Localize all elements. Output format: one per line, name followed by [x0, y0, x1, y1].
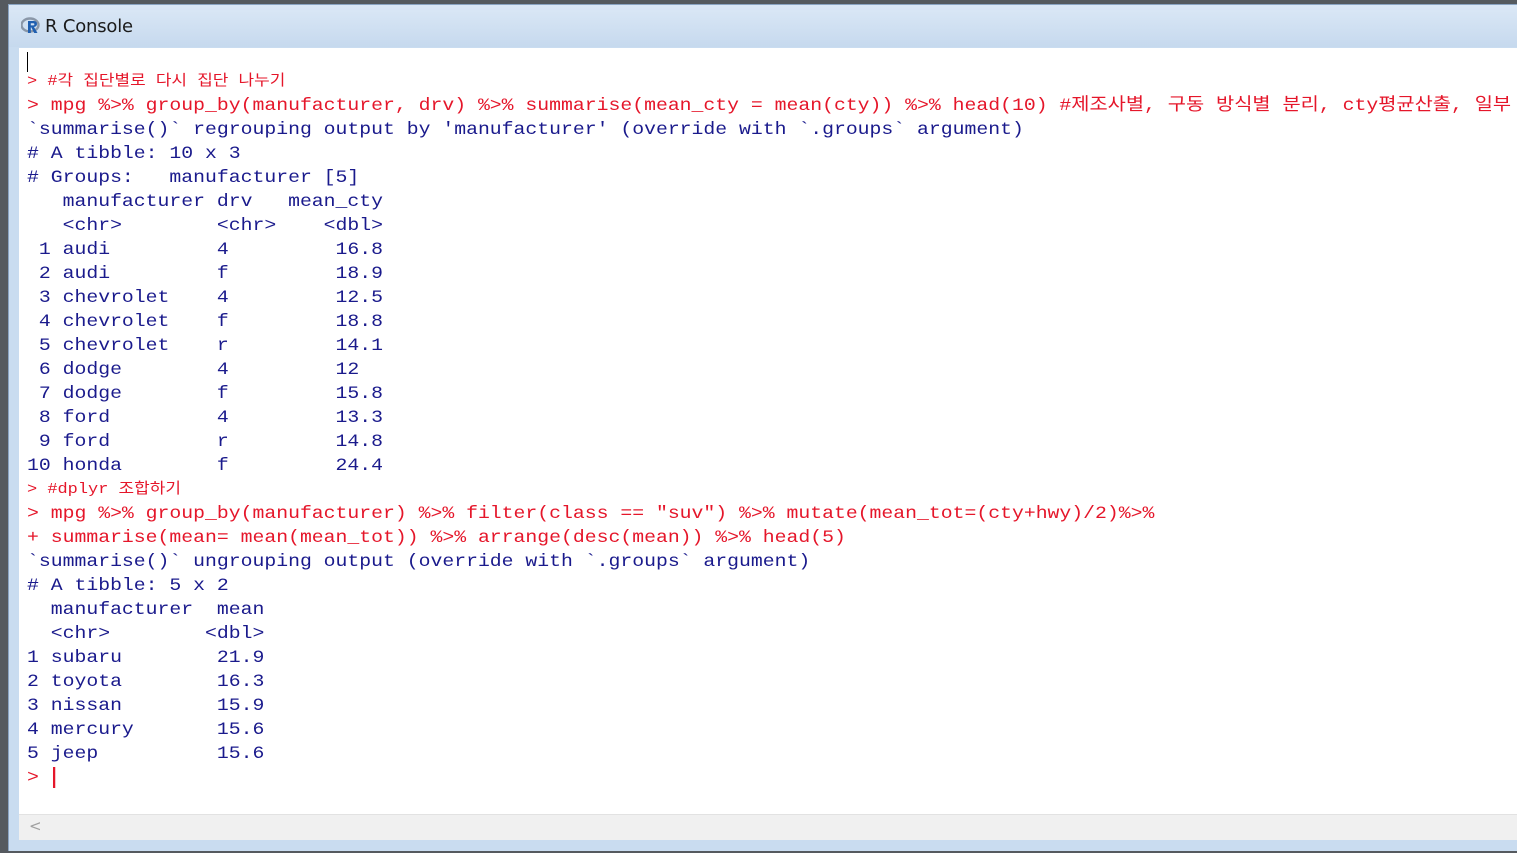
- horizontal-scrollbar[interactable]: <: [19, 814, 1517, 840]
- console-line-output: <chr> <chr> <dbl>: [27, 216, 384, 236]
- console-line-output: 8 ford 4 13.3: [27, 408, 384, 428]
- console-line-output: manufacturer drv mean_cty: [27, 192, 384, 212]
- console-output-area[interactable]: > #각 집단별로 다시 집단 나누기 > mpg %>% group_by(ma…: [19, 48, 1517, 814]
- console-line-output: # A tibble: 5 x 2: [27, 576, 229, 596]
- top-text-cursor: [27, 52, 28, 72]
- console-line-output: manufacturer mean: [27, 600, 265, 620]
- console-line-output: 3 chevrolet 4 12.5: [27, 288, 384, 308]
- input-caret: [53, 766, 56, 788]
- console-line-comment: > #각 집단별로 다시 집단 나누기: [27, 73, 286, 90]
- console-line-comment: > #dplyr 조합하기: [27, 481, 181, 498]
- console-line-output: <chr> <dbl>: [27, 624, 265, 644]
- console-prompt-line[interactable]: >: [27, 766, 1517, 790]
- console-prompt: >: [27, 768, 51, 788]
- console-line-output: # Groups: manufacturer [5]: [27, 168, 360, 188]
- console-line-output: 7 dodge f 15.8: [27, 384, 384, 404]
- console-line-output: 9 ford r 14.8: [27, 432, 384, 452]
- r-logo-icon: [21, 16, 41, 36]
- console-lines: > #각 집단별로 다시 집단 나누기 > mpg %>% group_by(ma…: [27, 70, 1511, 790]
- console-line-output: 6 dodge 4 12: [27, 360, 384, 380]
- console-line-output: 2 audi f 18.9: [27, 264, 384, 284]
- console-line-output: 10 honda f 24.4: [27, 456, 384, 476]
- console-line-input: > mpg %>% group_by(manufacturer) %>% fil…: [27, 504, 1155, 524]
- r-console-window: R Console > #각 집단별로 다시 집단 나누기 > mpg %>% g…: [8, 4, 1517, 851]
- console-line-output: 1 audi 4 16.8: [27, 240, 384, 260]
- scroll-left-arrow-icon[interactable]: <: [29, 817, 42, 835]
- console-line-input: > mpg %>% group_by(manufacturer, drv) %>…: [27, 96, 1517, 116]
- console-line-input: + summarise(mean= mean(mean_tot)) %>% ar…: [27, 528, 846, 548]
- console-line-output: 5 jeep 15.6: [27, 744, 265, 764]
- window-bottom-frame: [9, 840, 1517, 851]
- console-line-output: # A tibble: 10 x 3: [27, 144, 241, 164]
- console-line-output: `summarise()` ungrouping output (overrid…: [27, 552, 811, 572]
- window-title: R Console: [45, 15, 133, 37]
- title-bar[interactable]: R Console: [9, 5, 1517, 47]
- console-line-output: 4 mercury 15.6: [27, 720, 265, 740]
- console-line-output: 2 toyota 16.3: [27, 672, 265, 692]
- console-line-output: 5 chevrolet r 14.1: [27, 336, 384, 356]
- console-line-output: `summarise()` regrouping output by 'manu…: [27, 120, 1024, 140]
- console-line-output: 4 chevrolet f 18.8: [27, 312, 384, 332]
- console-line-output: 1 subaru 21.9: [27, 648, 265, 668]
- console-line-output: 3 nissan 15.9: [27, 696, 265, 716]
